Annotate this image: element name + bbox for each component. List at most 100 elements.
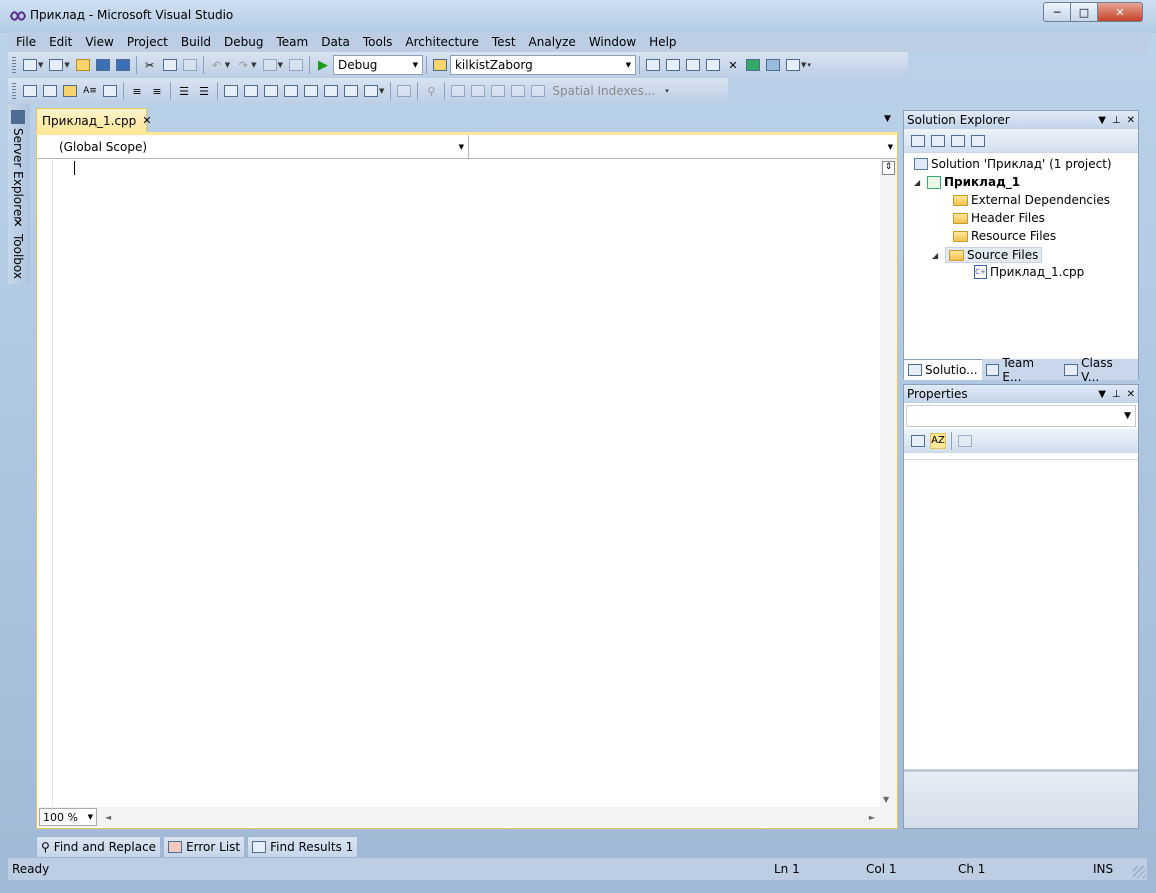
property-pages-icon[interactable] <box>957 433 973 449</box>
menu-window[interactable]: Window <box>581 32 641 52</box>
document-tab[interactable]: Приклад_1.cpp ✕ <box>36 108 152 132</box>
object-browser-icon[interactable] <box>705 57 721 73</box>
show-plan-xml2-icon[interactable] <box>510 83 526 99</box>
chevron-down-icon[interactable]: ▼ <box>801 61 806 69</box>
toolbar-grip[interactable] <box>12 57 16 73</box>
close-tab-icon[interactable]: ✕ <box>142 114 151 127</box>
close-icon[interactable]: ✕ <box>1127 115 1135 126</box>
show-plan-icon[interactable] <box>450 83 466 99</box>
toolbox-icon[interactable]: ✕ <box>725 57 741 73</box>
close-button[interactable]: ✕ <box>1097 2 1143 22</box>
tab-solution-explorer[interactable]: Solutio... <box>904 359 982 380</box>
properties-window-icon[interactable] <box>685 57 701 73</box>
results-icon[interactable] <box>530 83 546 99</box>
navigate-forward-icon[interactable] <box>288 57 304 73</box>
pin-icon[interactable]: ⊥ <box>1112 115 1121 126</box>
chevron-down-icon[interactable]: ▼ <box>64 61 69 69</box>
menu-test[interactable]: Test <box>484 32 521 52</box>
open-file-icon[interactable] <box>75 57 91 73</box>
chevron-down-icon[interactable]: ▼ <box>251 61 256 69</box>
tree-folder-source-files[interactable]: ◢ Source Files <box>932 247 1043 263</box>
show-plan-xml-icon[interactable] <box>470 83 486 99</box>
toggle-bookmark-icon[interactable] <box>223 83 239 99</box>
toolbar-grip[interactable] <box>12 83 16 99</box>
menu-team[interactable]: Team <box>268 32 313 52</box>
menu-debug[interactable]: Debug <box>216 32 268 52</box>
navigate-backward-icon[interactable] <box>262 57 278 73</box>
scope-select[interactable]: (Global Scope) ▼ <box>37 135 469 159</box>
tab-find-and-replace[interactable]: ⚲ Find and Replace <box>36 836 162 858</box>
menu-analyze[interactable]: Analyze <box>521 32 581 52</box>
menu-edit[interactable]: Edit <box>41 32 77 52</box>
properties-icon[interactable] <box>910 133 926 149</box>
toolbar-options-icon[interactable]: ▾ <box>807 61 811 69</box>
chevron-down-icon[interactable]: ▼ <box>1098 115 1106 126</box>
increase-indent-icon[interactable]: ≡ <box>149 83 165 99</box>
display-object-member-list-icon[interactable] <box>22 83 38 99</box>
tree-project[interactable]: ◢ Приклад_1 <box>914 175 1020 189</box>
tab-error-list[interactable]: Error List <box>163 836 246 858</box>
add-item-icon[interactable] <box>48 57 64 73</box>
property-grid[interactable] <box>904 459 1138 769</box>
menu-project[interactable]: Project <box>119 32 173 52</box>
find-symbol-icon[interactable] <box>645 57 661 73</box>
find-in-files-icon[interactable] <box>432 57 448 73</box>
maximize-button[interactable]: □ <box>1070 2 1098 22</box>
code-editor[interactable]: (Global Scope) ▼ ▼ ⇕ ▼ 100 % ▼ ◄ ► <box>36 132 898 829</box>
title-bar[interactable]: Приклад - Microsoft Visual Studio ─ □ ✕ <box>0 0 1156 33</box>
member-select[interactable]: ▼ <box>469 135 897 159</box>
split-window-icon[interactable]: ⇕ <box>882 161 895 175</box>
menu-build[interactable]: Build <box>173 32 216 52</box>
scroll-down-icon[interactable]: ▼ <box>883 795 889 804</box>
scroll-left-icon[interactable]: ◄ <box>105 813 111 822</box>
tree-file-cpp[interactable]: C+ Приклад_1.cpp <box>974 265 1084 279</box>
chevron-down-icon[interactable]: ▼ <box>884 114 891 124</box>
next-bookmark-in-document-icon[interactable] <box>343 83 359 99</box>
collapse-icon[interactable]: ◢ <box>932 251 942 260</box>
tree-folder-external-dependencies[interactable]: External Dependencies <box>953 193 1110 207</box>
chevron-down-icon[interactable]: ▼ <box>38 61 43 69</box>
properties-header[interactable]: Properties ▼ ⊥ ✕ <box>904 385 1138 403</box>
chevron-down-icon[interactable]: ▼ <box>278 61 283 69</box>
menu-tools[interactable]: Tools <box>355 32 398 52</box>
start-debugging-icon[interactable]: ▶ <box>315 57 331 73</box>
redo-icon[interactable]: ↷ <box>235 57 251 73</box>
clear-bookmarks-icon[interactable] <box>363 83 379 99</box>
chevron-down-icon[interactable]: ▼ <box>379 87 384 95</box>
show-all-files-icon[interactable] <box>930 133 946 149</box>
toolbar-options-icon[interactable]: ▾ <box>665 87 669 95</box>
command-window-icon[interactable] <box>785 57 801 73</box>
menu-file[interactable]: File <box>8 32 41 52</box>
previous-bookmark-in-document-icon[interactable] <box>323 83 339 99</box>
solution-configuration-select[interactable]: Debug ▼ <box>332 55 423 75</box>
find-combo[interactable]: kilkistZaborg ▼ <box>449 55 636 75</box>
pin-icon[interactable]: ⊥ <box>1112 389 1121 400</box>
zoom-select[interactable]: 100 % ▼ <box>39 808 97 826</box>
solution-explorer-icon[interactable] <box>665 57 681 73</box>
save-all-icon[interactable] <box>115 57 131 73</box>
copy-icon[interactable] <box>162 57 178 73</box>
menu-view[interactable]: View <box>77 32 118 52</box>
toolbox-tab[interactable]: ✕ Toolbox <box>11 216 25 279</box>
resize-grip[interactable] <box>1133 866 1145 878</box>
scroll-right-icon[interactable]: ► <box>869 813 875 822</box>
cut-icon[interactable]: ✂ <box>142 57 158 73</box>
save-icon[interactable] <box>95 57 111 73</box>
menu-architecture[interactable]: Architecture <box>397 32 483 52</box>
minimize-button[interactable]: ─ <box>1043 2 1071 22</box>
comment-lines-icon[interactable]: ☰ <box>176 83 192 99</box>
solution-explorer-header[interactable]: Solution Explorer ▼ ⊥ ✕ <box>904 111 1138 129</box>
uncomment-lines-icon[interactable]: ☰ <box>196 83 212 99</box>
spatial-indexes-button[interactable]: Spatial Indexes... <box>552 84 655 98</box>
horizontal-scrollbar[interactable]: 100 % ▼ ◄ ► <box>37 807 897 827</box>
tree-solution[interactable]: Solution 'Приклад' (1 project) <box>914 157 1112 171</box>
menu-data[interactable]: Data <box>313 32 355 52</box>
view-code-icon[interactable] <box>950 133 966 149</box>
categorized-icon[interactable] <box>910 433 926 449</box>
tab-class-view[interactable]: Class V... <box>1060 356 1138 384</box>
paste-icon[interactable] <box>182 57 198 73</box>
word-completion-icon[interactable]: A≡ <box>82 83 98 99</box>
tree-folder-resource-files[interactable]: Resource Files <box>953 229 1056 243</box>
chevron-down-icon[interactable]: ▼ <box>225 61 230 69</box>
menu-help[interactable]: Help <box>641 32 681 52</box>
